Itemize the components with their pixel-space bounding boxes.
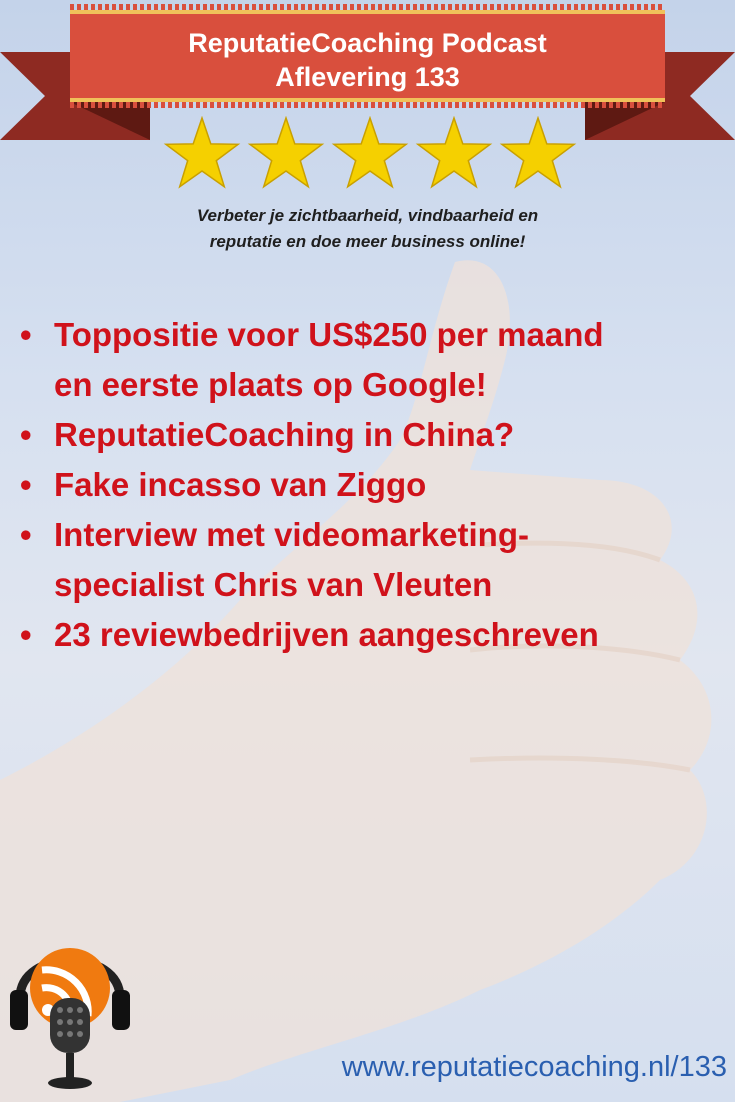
- topic-item: Fake incasso van Ziggo: [18, 460, 728, 510]
- tagline-line2: reputatie en doe meer business online!: [209, 232, 526, 251]
- star-icon: [499, 116, 577, 189]
- episode-topics-list: Toppositie voor US$250 per maand en eers…: [18, 310, 728, 660]
- podcast-title: ReputatieCoaching Podcast: [188, 28, 547, 58]
- podcast-microphone-icon: [10, 948, 130, 1089]
- tagline-line1: Verbeter je zichtbaarheid, vindbaarheid …: [196, 206, 539, 225]
- topic-item: Toppositie voor US$250 per maand en eers…: [18, 310, 728, 410]
- star-icon: [163, 116, 241, 189]
- tagline: Verbeter je zichtbaarheid, vindbaarheid …: [0, 203, 735, 255]
- star-icon: [247, 116, 325, 189]
- topic-item: 23 reviewbedrijven aangeschreven: [18, 610, 728, 660]
- topic-item: Interview met videomarketing- specialist…: [18, 510, 728, 610]
- star-rating: [163, 116, 577, 189]
- star-icon: [331, 116, 409, 189]
- banner-panel: ReputatieCoaching Podcast Aflevering 133: [70, 4, 665, 108]
- star-icon: [415, 116, 493, 189]
- topic-item: ReputatieCoaching in China?: [18, 410, 728, 460]
- website-url: www.reputatiecoaching.nl/133: [341, 1051, 727, 1083]
- episode-number: Aflevering 133: [275, 62, 460, 92]
